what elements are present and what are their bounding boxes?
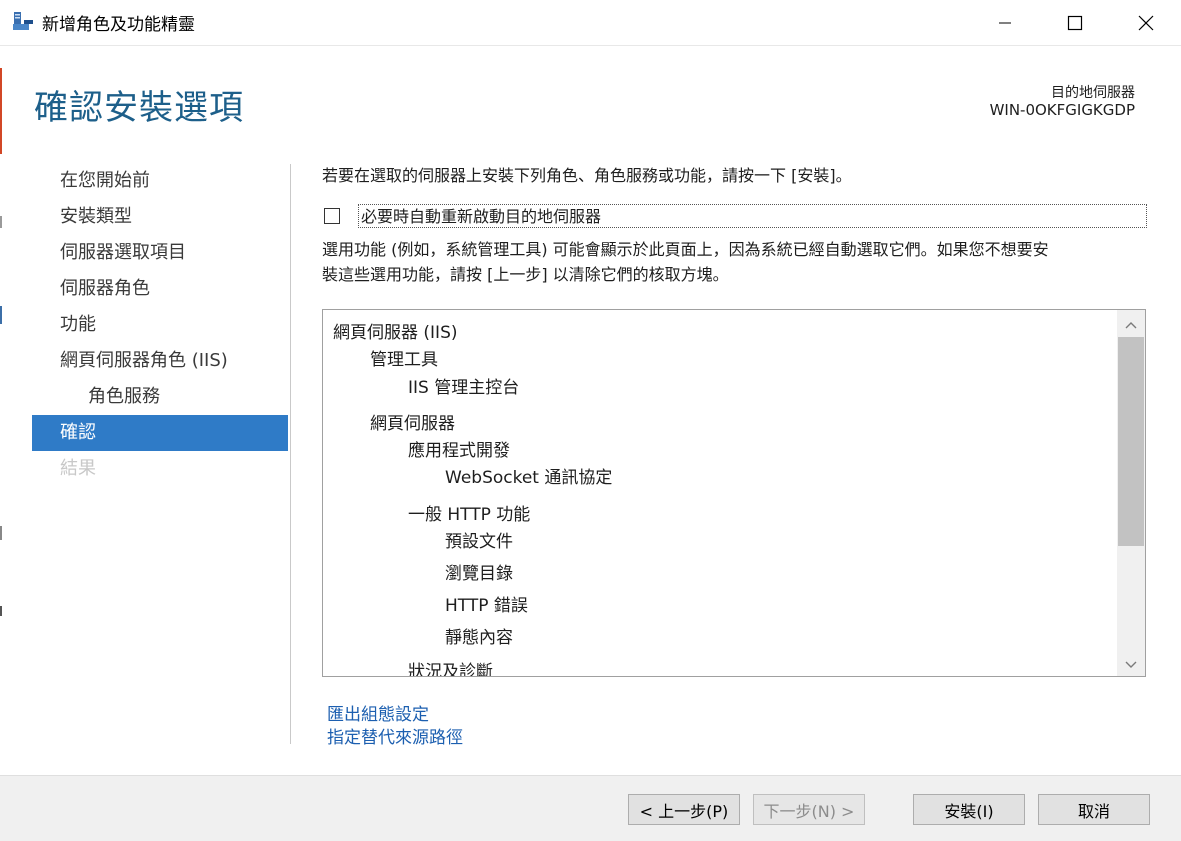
scrollbar-thumb[interactable]	[1118, 337, 1144, 546]
maximize-button[interactable]	[1040, 0, 1110, 45]
title-bar: 新增角色及功能精靈	[0, 0, 1181, 46]
footer-bar: < 上一步(P) 下一步(N) > 安裝(I) 取消	[0, 775, 1181, 841]
nav-item-installation-type[interactable]: 安裝類型	[32, 199, 288, 235]
wizard-nav: 在您開始前 安裝類型 伺服器選取項目 伺服器角色 功能 網頁伺服器角色 (IIS…	[32, 163, 288, 487]
optional-features-note: 選用功能 (例如，系統管理工具) 可能會顯示於此頁面上，因為系統已經自動選取它們…	[322, 237, 1142, 287]
window-title: 新增角色及功能精靈	[42, 15, 195, 35]
close-button[interactable]	[1111, 0, 1181, 45]
scroll-down-button[interactable]	[1117, 650, 1145, 676]
restart-checkbox[interactable]	[324, 208, 340, 224]
page-title: 確認安裝選項	[34, 88, 244, 128]
nav-item-results: 結果	[60, 458, 96, 479]
minimize-button[interactable]	[970, 0, 1040, 45]
selection-list-content: 網頁伺服器 (IIS) 管理工具 IIS 管理主控台 網頁伺服器 應用程式開發 …	[323, 310, 1116, 676]
list-item: 一般 HTTP 功能	[408, 505, 531, 525]
nav-item-server-roles[interactable]: 伺服器角色	[32, 271, 288, 307]
note-line-1: 選用功能 (例如，系統管理工具) 可能會顯示於此頁面上，因為系統已經自動選取它們…	[322, 240, 1049, 259]
window-left-edge	[0, 46, 2, 840]
export-config-link[interactable]: 匯出組態設定	[327, 700, 429, 725]
list-item: 應用程式開發	[408, 441, 510, 461]
chevron-up-icon	[1125, 314, 1137, 333]
destination-server-value: WIN-0OKFGIGKGDP	[989, 101, 1135, 119]
maximize-icon	[1067, 15, 1083, 31]
nav-item-web-server-role[interactable]: 網頁伺服器角色 (IIS)	[32, 343, 288, 379]
cancel-button[interactable]: 取消	[1038, 794, 1150, 825]
note-line-2: 裝這些選用功能，請按 [上一步] 以清除它們的核取方塊。	[322, 265, 729, 284]
alternate-source-link[interactable]: 指定替代來源路徑	[327, 723, 463, 748]
chevron-down-icon	[1125, 654, 1137, 673]
nav-item-role-services[interactable]: 角色服務	[32, 379, 288, 415]
server-manager-icon	[12, 11, 34, 33]
destination-server-label: 目的地伺服器	[1051, 85, 1135, 101]
list-item: 狀況及診斷	[408, 662, 493, 676]
nav-item-before-you-begin[interactable]: 在您開始前	[32, 163, 288, 199]
list-item: 靜態內容	[445, 628, 513, 648]
list-item: 網頁伺服器	[370, 414, 455, 434]
list-item: HTTP 錯誤	[445, 596, 528, 616]
install-button[interactable]: 安裝(I)	[913, 794, 1025, 825]
list-item: WebSocket 通訊協定	[445, 468, 613, 488]
close-icon	[1138, 15, 1154, 31]
nav-divider	[290, 164, 291, 744]
intro-text: 若要在選取的伺服器上安裝下列角色、角色服務或功能，請按一下 [安裝]。	[322, 166, 852, 185]
next-button: 下一步(N) >	[753, 794, 865, 825]
list-item: 網頁伺服器 (IIS)	[333, 323, 458, 343]
scroll-up-button[interactable]	[1117, 310, 1145, 336]
previous-button[interactable]: < 上一步(P)	[628, 794, 740, 825]
minimize-icon	[998, 16, 1012, 30]
nav-item-features[interactable]: 功能	[32, 307, 288, 343]
list-item: 瀏覽目錄	[445, 564, 513, 584]
nav-item-confirmation[interactable]: 確認	[32, 415, 288, 451]
list-item: IIS 管理主控台	[408, 378, 520, 398]
vertical-scrollbar[interactable]	[1117, 310, 1145, 676]
list-item: 管理工具	[370, 350, 438, 370]
selection-list[interactable]: 網頁伺服器 (IIS) 管理工具 IIS 管理主控台 網頁伺服器 應用程式開發 …	[322, 309, 1146, 677]
list-item: 預設文件	[445, 532, 513, 552]
restart-checkbox-label[interactable]: 必要時自動重新啟動目的地伺服器	[358, 204, 1147, 228]
restart-option[interactable]: 必要時自動重新啟動目的地伺服器	[322, 204, 1149, 228]
nav-item-server-selection[interactable]: 伺服器選取項目	[32, 235, 288, 271]
